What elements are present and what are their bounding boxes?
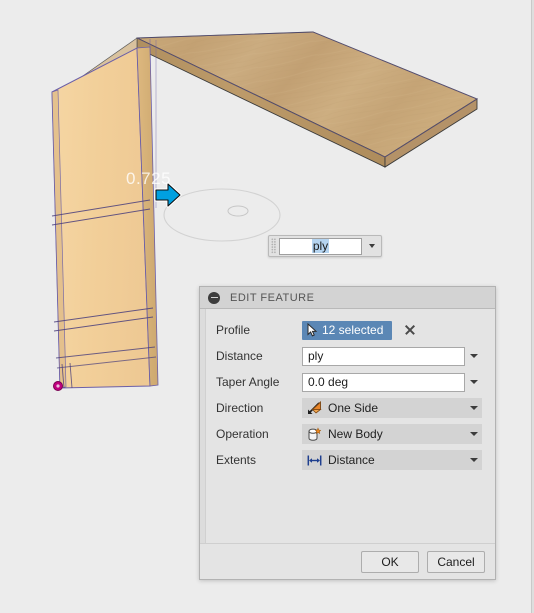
profile-selection-count: 12 selected	[322, 323, 384, 337]
extents-select[interactable]: Distance	[302, 450, 482, 470]
distance-extent-icon	[306, 452, 323, 468]
rotation-construction-arc	[163, 188, 281, 242]
cancel-button[interactable]: Cancel	[427, 550, 485, 573]
cursor-select-icon	[307, 323, 318, 337]
label-distance: Distance	[216, 349, 263, 363]
floating-value-text: ply	[311, 239, 330, 253]
floating-value-input[interactable]: ply	[268, 235, 382, 257]
distance-dropdown-chevron-down-icon[interactable]	[465, 347, 482, 366]
floating-value-field[interactable]: ply	[279, 237, 362, 255]
distance-input[interactable]: ply	[302, 346, 465, 366]
row-operation: Operation New Body	[216, 421, 483, 447]
operation-chevron-down-icon[interactable]	[465, 425, 482, 444]
label-operation: Operation	[216, 427, 269, 441]
new-body-icon	[306, 426, 323, 442]
taper-angle-input[interactable]: 0.0 deg	[302, 372, 465, 392]
extents-chevron-down-icon[interactable]	[465, 451, 482, 470]
dialog-titlebar[interactable]: EDIT FEATURE	[200, 287, 495, 309]
dialog-title: EDIT FEATURE	[230, 291, 315, 304]
drag-grip-icon[interactable]	[269, 236, 278, 256]
profile-selection-chip[interactable]: 12 selected	[302, 320, 393, 340]
collapse-minus-icon[interactable]	[208, 291, 220, 304]
operation-value: New Body	[328, 427, 383, 441]
side-panel-face	[51, 47, 151, 389]
direction-value: One Side	[328, 401, 379, 415]
label-taper-angle: Taper Angle	[216, 375, 280, 389]
label-profile: Profile	[216, 323, 251, 337]
row-direction: Direction One Side	[216, 395, 483, 421]
extents-value: Distance	[328, 453, 375, 467]
close-x-icon[interactable]	[403, 323, 417, 337]
row-profile: Profile 12 selected	[216, 317, 483, 343]
one-side-direction-icon	[306, 400, 323, 416]
row-taper-angle: Taper Angle 0.0 deg	[216, 369, 483, 395]
label-extents: Extents	[216, 453, 257, 467]
row-distance: Distance ply	[216, 343, 483, 369]
chevron-down-icon[interactable]	[363, 236, 381, 256]
direction-chevron-down-icon[interactable]	[465, 399, 482, 418]
edit-feature-dialog[interactable]: EDIT FEATURE Profile 12 selected Distanc…	[199, 286, 496, 580]
operation-select[interactable]: New Body	[302, 424, 482, 444]
taper-angle-dropdown-chevron-down-icon[interactable]	[465, 373, 482, 392]
dialog-footer: OK Cancel	[200, 543, 495, 579]
arrow-right-manipulator	[154, 182, 182, 208]
label-direction: Direction	[216, 401, 264, 415]
direction-select[interactable]: One Side	[302, 398, 482, 418]
row-extents: Extents Distance	[216, 447, 483, 473]
ok-button[interactable]: OK	[361, 550, 419, 573]
pivot-handle	[227, 205, 249, 217]
dialog-body: Profile 12 selected Distance ply Taper A…	[200, 309, 495, 543]
